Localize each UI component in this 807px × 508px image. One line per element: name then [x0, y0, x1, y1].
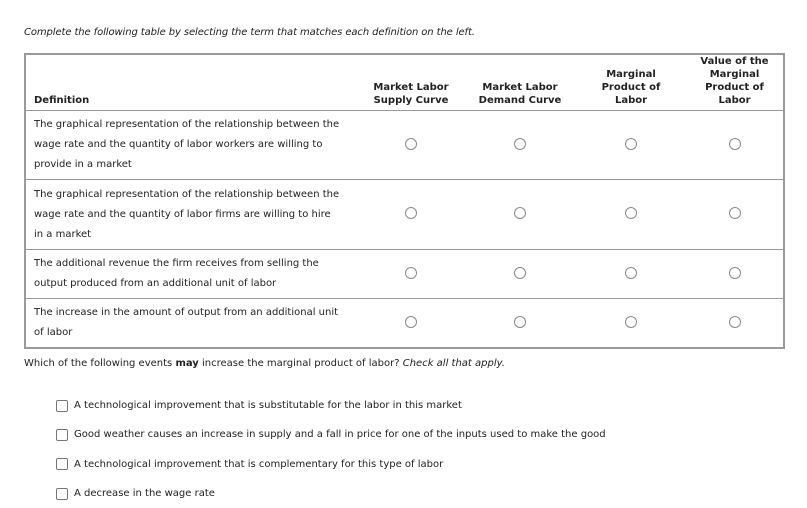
- header-definition: Definition: [25, 54, 358, 111]
- radio-market-labor-demand-curve[interactable]: [514, 266, 526, 279]
- cell-demand: [464, 249, 576, 299]
- definition-line: wage rate and the quantity of labor firm…: [34, 208, 331, 220]
- instructions: Complete the following table by selectin…: [24, 27, 475, 38]
- header-line: Product of: [601, 82, 661, 93]
- radio-marginal-product-of-labor[interactable]: [625, 137, 637, 150]
- radio-marginal-product-of-labor[interactable]: [625, 315, 637, 328]
- definition-line: output produced from an additional unit …: [34, 278, 277, 289]
- radio-market-labor-supply-curve[interactable]: [405, 137, 417, 150]
- checkbox[interactable]: [56, 458, 68, 471]
- header-value-of-marginal-product-of-labor: Value of the Marginal Product of Labor: [686, 54, 784, 111]
- radio-market-labor-supply-curve[interactable]: [405, 207, 417, 219]
- header-line: Labor: [614, 95, 648, 106]
- choice-label: A technological improvement that is comp…: [74, 458, 444, 470]
- radio-market-labor-supply-curve[interactable]: [405, 266, 417, 279]
- cell-mpl: [576, 249, 686, 299]
- choice-item[interactable]: A technological improvement that is comp…: [56, 450, 606, 479]
- choice-label: A technological improvement that is subs…: [74, 400, 462, 412]
- header-line: Marginal Product of: [705, 69, 764, 93]
- matching-table: Definition Market Labor Supply Curve Mar…: [24, 53, 785, 349]
- cell-vmpl: [686, 110, 784, 180]
- cell-demand: [464, 298, 576, 349]
- cell-vmpl: [686, 298, 784, 349]
- radio-marginal-product-of-labor[interactable]: [625, 266, 637, 279]
- table-row: The graphical representation of the rela…: [25, 179, 784, 250]
- cell-vmpl: [686, 179, 784, 250]
- definition-line: The graphical representation of the rela…: [34, 119, 340, 130]
- radio-value-of-marginal-product[interactable]: [728, 315, 741, 328]
- choice-item[interactable]: Good weather causes an increase in suppl…: [56, 420, 606, 449]
- definition-line: The additional revenue the firm receives…: [34, 258, 319, 269]
- choices-list: A technological improvement that is subs…: [56, 391, 606, 508]
- radio-marginal-product-of-labor[interactable]: [625, 207, 637, 219]
- table-row: The graphical representation of the rela…: [25, 110, 784, 180]
- header-line: Marginal: [606, 69, 656, 80]
- cell-supply: [358, 110, 464, 180]
- definition-line: of labor: [34, 327, 73, 338]
- header-line: Supply Curve: [373, 95, 449, 106]
- header-marginal-product-of-labor: Marginal Product of Labor: [576, 54, 686, 111]
- radio-market-labor-demand-curve[interactable]: [514, 315, 526, 328]
- checkbox[interactable]: [56, 487, 68, 500]
- cell-demand: [464, 179, 576, 250]
- header-market-labor-demand-curve: Market Labor Demand Curve: [464, 54, 576, 111]
- checkbox[interactable]: [56, 399, 68, 412]
- radio-value-of-marginal-product[interactable]: [728, 207, 741, 219]
- definition-line: in a market: [34, 228, 92, 240]
- choice-label: A decrease in the wage rate: [74, 488, 215, 500]
- radio-market-labor-demand-curve[interactable]: [514, 207, 526, 219]
- cell-mpl: [576, 179, 686, 250]
- cell-supply: [358, 249, 464, 299]
- radio-value-of-marginal-product[interactable]: [728, 266, 741, 279]
- question-emphasis: may: [175, 358, 199, 369]
- cell-vmpl: [686, 249, 784, 299]
- choice-item[interactable]: A decrease in the wage rate: [56, 479, 606, 508]
- choice-item[interactable]: A technological improvement that is subs…: [56, 391, 606, 420]
- cell-supply: [358, 179, 464, 250]
- definition-line: The graphical representation of the rela…: [34, 188, 340, 200]
- definition-line: wage rate and the quantity of labor work…: [34, 139, 323, 150]
- header-line: Value of the: [700, 56, 769, 67]
- definition-line: The increase in the amount of output fro…: [34, 307, 339, 318]
- header-line: Market Labor: [482, 82, 558, 93]
- radio-market-labor-supply-curve[interactable]: [405, 315, 417, 328]
- definition-cell: The graphical representation of the rela…: [25, 179, 358, 250]
- definition-cell: The increase in the amount of output fro…: [25, 298, 358, 349]
- question-text: increase the marginal product of labor?: [198, 358, 403, 369]
- cell-demand: [464, 110, 576, 180]
- cell-mpl: [576, 298, 686, 349]
- radio-value-of-marginal-product[interactable]: [728, 137, 741, 150]
- cell-supply: [358, 298, 464, 349]
- header-line: Labor: [718, 95, 751, 106]
- question-hint: Check all that apply.: [402, 358, 505, 369]
- question-prompt: Which of the following events may increa…: [24, 358, 505, 369]
- choice-label: Good weather causes an increase in suppl…: [74, 429, 606, 441]
- table-header-row: Definition Market Labor Supply Curve Mar…: [25, 54, 784, 111]
- checkbox[interactable]: [56, 428, 68, 441]
- question-text: Which of the following events: [24, 358, 176, 369]
- definition-cell: The additional revenue the firm receives…: [25, 249, 358, 299]
- header-line: Demand Curve: [478, 95, 562, 106]
- cell-mpl: [576, 110, 686, 180]
- header-line: Market Labor: [373, 82, 449, 93]
- definition-cell: The graphical representation of the rela…: [25, 110, 358, 180]
- radio-market-labor-demand-curve[interactable]: [514, 137, 526, 150]
- table-row: The increase in the amount of output fro…: [25, 298, 784, 349]
- header-market-labor-supply-curve: Market Labor Supply Curve: [358, 54, 464, 111]
- definition-line: provide in a market: [34, 159, 132, 170]
- table-row: The additional revenue the firm receives…: [25, 249, 784, 299]
